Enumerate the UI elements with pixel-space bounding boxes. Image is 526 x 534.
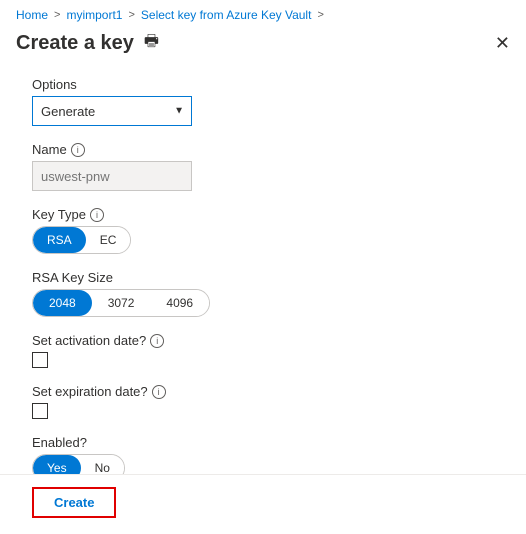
page-title: Create a key bbox=[16, 32, 134, 55]
key-type-toggle: RSA EC bbox=[32, 226, 131, 254]
expiration-checkbox-wrapper bbox=[32, 403, 510, 419]
activation-date-group: Set activation date? i bbox=[32, 333, 510, 368]
enabled-group: Enabled? Yes No bbox=[32, 435, 510, 474]
options-select[interactable]: Generate Import bbox=[32, 96, 192, 126]
options-label: Options bbox=[32, 77, 510, 92]
rsa-key-size-label: RSA Key Size bbox=[32, 270, 510, 285]
enabled-yes[interactable]: Yes bbox=[33, 455, 81, 474]
name-group: Name i bbox=[32, 142, 510, 191]
options-group: Options Generate Import ▼ bbox=[32, 77, 510, 126]
breadcrumb: Home > myimport1 > Select key from Azure… bbox=[0, 0, 526, 26]
options-select-wrapper: Generate Import ▼ bbox=[32, 96, 192, 126]
rsa-key-size-group: RSA Key Size 2048 3072 4096 bbox=[32, 270, 510, 317]
activation-date-checkbox[interactable] bbox=[32, 352, 48, 368]
header-left: Create a key 🖶 bbox=[16, 30, 159, 57]
expiration-date-group: Set expiration date? i bbox=[32, 384, 510, 419]
activation-info-icon[interactable]: i bbox=[150, 334, 164, 348]
activation-date-label: Set activation date? i bbox=[32, 333, 510, 348]
activation-checkbox-wrapper bbox=[32, 352, 510, 368]
breadcrumb-sep1: > bbox=[54, 9, 60, 21]
enabled-toggle: Yes No bbox=[32, 454, 125, 474]
key-size-2048[interactable]: 2048 bbox=[33, 290, 92, 316]
footer: Create bbox=[0, 474, 526, 534]
breadcrumb-myimport1[interactable]: myimport1 bbox=[66, 8, 122, 22]
name-input[interactable] bbox=[32, 161, 192, 191]
key-type-ec[interactable]: EC bbox=[86, 227, 131, 253]
breadcrumb-sep2: > bbox=[128, 9, 134, 21]
enabled-label: Enabled? bbox=[32, 435, 510, 450]
expiration-info-icon[interactable]: i bbox=[152, 385, 166, 399]
create-button[interactable]: Create bbox=[32, 487, 116, 518]
print-icon[interactable]: 🖶 bbox=[144, 30, 159, 57]
breadcrumb-sep3: > bbox=[317, 9, 323, 21]
key-size-4096[interactable]: 4096 bbox=[150, 290, 209, 316]
rsa-key-size-toggle: 2048 3072 4096 bbox=[32, 289, 210, 317]
form-body: Options Generate Import ▼ Name i Key Typ… bbox=[0, 69, 526, 474]
key-size-3072[interactable]: 3072 bbox=[92, 290, 151, 316]
enabled-no[interactable]: No bbox=[81, 455, 124, 474]
name-label: Name i bbox=[32, 142, 510, 157]
expiration-date-label: Set expiration date? i bbox=[32, 384, 510, 399]
expiration-date-checkbox[interactable] bbox=[32, 403, 48, 419]
create-key-panel: Home > myimport1 > Select key from Azure… bbox=[0, 0, 526, 534]
key-type-rsa[interactable]: RSA bbox=[33, 227, 86, 253]
key-type-group: Key Type i RSA EC bbox=[32, 207, 510, 254]
breadcrumb-select-key[interactable]: Select key from Azure Key Vault bbox=[141, 8, 312, 22]
panel-header: Create a key 🖶 ✕ bbox=[0, 26, 526, 69]
close-icon[interactable]: ✕ bbox=[495, 33, 510, 54]
key-type-label: Key Type i bbox=[32, 207, 510, 222]
breadcrumb-home[interactable]: Home bbox=[16, 8, 48, 22]
name-info-icon[interactable]: i bbox=[71, 143, 85, 157]
key-type-info-icon[interactable]: i bbox=[90, 208, 104, 222]
